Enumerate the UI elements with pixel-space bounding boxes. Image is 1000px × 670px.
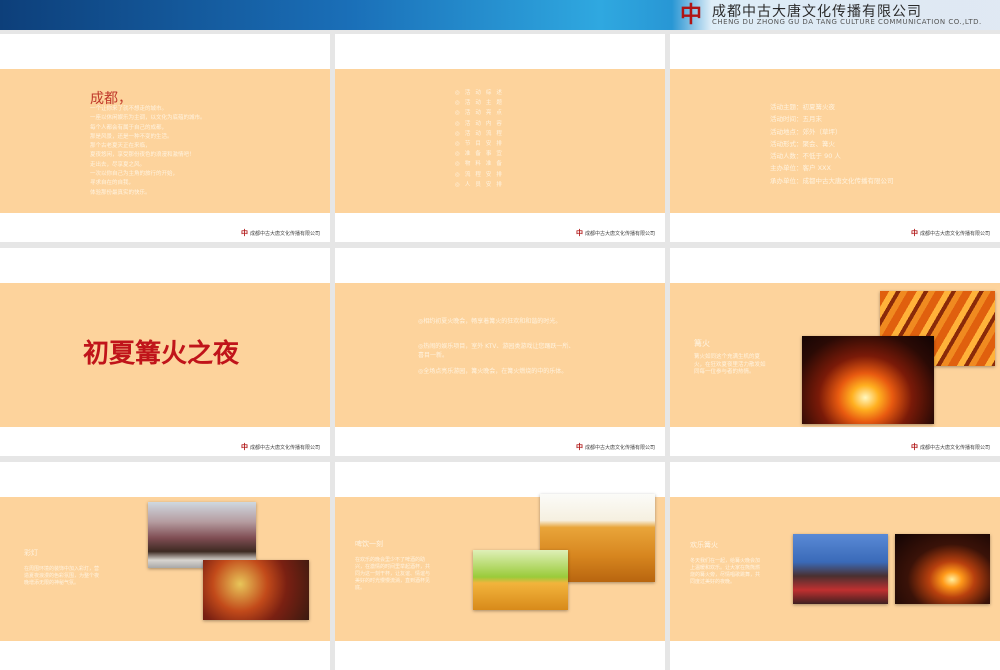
slide-poem: 一个让你来了就不想走的城市。 一座以休闲娱乐为主调，以文化为底蕴的城市。 每个人都会… bbox=[90, 106, 206, 196]
slide-thumbnail-3[interactable]: 活动主题：初夏篝火夜 活动时间：五月末 活动地点：郊外（草坪） 活动形式：聚会、篝火活… bbox=[670, 34, 1000, 242]
slide-footer: 中成都中古大唐文化传播有限公司 bbox=[910, 443, 990, 451]
beer-on-grass-photo bbox=[473, 550, 568, 610]
company-logo-icon: 中 bbox=[679, 2, 702, 28]
slide-title: 初夏篝火之夜 bbox=[83, 339, 240, 369]
slide-paragraph: 篝火如同这个充满生机的夏火，在狂欢夏夜里活力散发如同每一位参与者的热情。 bbox=[694, 354, 766, 375]
company-name-en: CHENG DU ZHONG GU DA TANG CULTURE COMMUN… bbox=[712, 18, 982, 26]
top-banner: 中 成都中古大唐文化传播有限公司 CHENG DU ZHONG GU DA TA… bbox=[0, 0, 1000, 30]
slide-thumbnail-2[interactable]: ◎活动综述 ◎活动主题 ◎活动亮点 ◎活动内容 ◎活动流程 ◎节目安排 ◎准备事宜 ◎物料准备… bbox=[335, 34, 665, 242]
bonfire-crowd-photo bbox=[895, 534, 990, 604]
slide-footer: 中成都中古大唐文化传播有限公司 bbox=[575, 443, 655, 451]
slide-heading: 篝火 bbox=[694, 339, 710, 348]
bonfire-night-photo bbox=[802, 336, 934, 424]
lanterns-photo bbox=[148, 502, 256, 568]
slide-thumbnail-9[interactable]: 欢乐篝火 冬天我们在一起，给篝火晚会加上温暖和欢乐。让大家在熊熊燃烧的篝火旁，尽… bbox=[670, 462, 1000, 670]
slide-heading: 啤饮一刻 bbox=[355, 540, 383, 548]
slide-footer: 中成都中古大唐文化传播有限公司 bbox=[240, 443, 320, 451]
slide-footer: 中成都中古大唐文化传播有限公司 bbox=[240, 229, 320, 237]
slide-paragraph: 在周围环境的装饰中加入彩灯，营造夏夜浪漫的色彩氛围，为整个夜晚增添无限的神秘气氛… bbox=[24, 566, 100, 586]
slide-thumbnail-7[interactable]: 彩灯 在周围环境的装饰中加入彩灯，营造夏夜浪漫的色彩氛围，为整个夜晚增添无限的神… bbox=[0, 462, 330, 670]
slide-thumbnail-5[interactable]: ◎相约初夏火晚会，畅享着篝火的狂欢和和谐的时光。 ◎热闹的娱乐项目，室外 KTV… bbox=[335, 248, 665, 456]
autumn-trees-photo bbox=[203, 560, 309, 620]
slide-thumbnail-8[interactable]: 啤饮一刻 在欢乐的晚会里少不了啤酒的助兴，在激情的时间里举起酒杯，共同为这一刻干… bbox=[335, 462, 665, 670]
slide-thumbnail-6[interactable]: 篝火 篝火如同这个充满生机的夏火，在狂欢夏夜里活力散发如同每一位参与者的热情。 … bbox=[670, 248, 1000, 456]
slide-paragraph: ◎相约初夏火晚会，畅享着篝火的狂欢和和谐的时光。 bbox=[418, 318, 562, 325]
slide-paragraph: ◎全场点亮乐游园，篝火晚会，在篝火燃烧的中的乐体。 bbox=[418, 368, 568, 375]
dancing-photo bbox=[793, 534, 888, 604]
slide-footer: 中成都中古大唐文化传播有限公司 bbox=[575, 229, 655, 237]
slide-paragraph: 冬天我们在一起，给篝火晚会加上温暖和欢乐。让大家在熊熊燃烧的篝火旁，尽情唱歌跳舞… bbox=[690, 558, 761, 585]
slide-paragraph: ◎热闹的娱乐项目，室外 KTV、游园类游戏让您踊跃一所、喜目一新。 bbox=[418, 343, 575, 359]
slide-footer: 中成都中古大唐文化传播有限公司 bbox=[910, 229, 990, 237]
slide-thumbnail-4[interactable]: 初夏篝火之夜 中成都中古大唐文化传播有限公司 bbox=[0, 248, 330, 456]
slide-heading: 欢乐篝火 bbox=[690, 541, 718, 549]
slide-heading: 彩灯 bbox=[24, 549, 38, 557]
table-of-contents: ◎活动综述 ◎活动主题 ◎活动亮点 ◎活动内容 ◎活动流程 ◎节目安排 ◎准备事宜 ◎物料准备… bbox=[455, 90, 507, 188]
slide-paragraph: 在欢乐的晚会里少不了啤酒的助兴，在激情的时间里举起酒杯，共同为这一刻干杯，让友谊… bbox=[355, 557, 431, 591]
event-info: 活动主题：初夏篝火夜 活动时间：五月末 活动地点：郊外（草坪） 活动形式：聚会、篝火活… bbox=[770, 103, 894, 185]
slide-thumbnail-1[interactable]: 成都， 一个让你来了就不想走的城市。 一座以休闲娱乐为主调，以文化为底蕴的城市。每… bbox=[0, 34, 330, 242]
